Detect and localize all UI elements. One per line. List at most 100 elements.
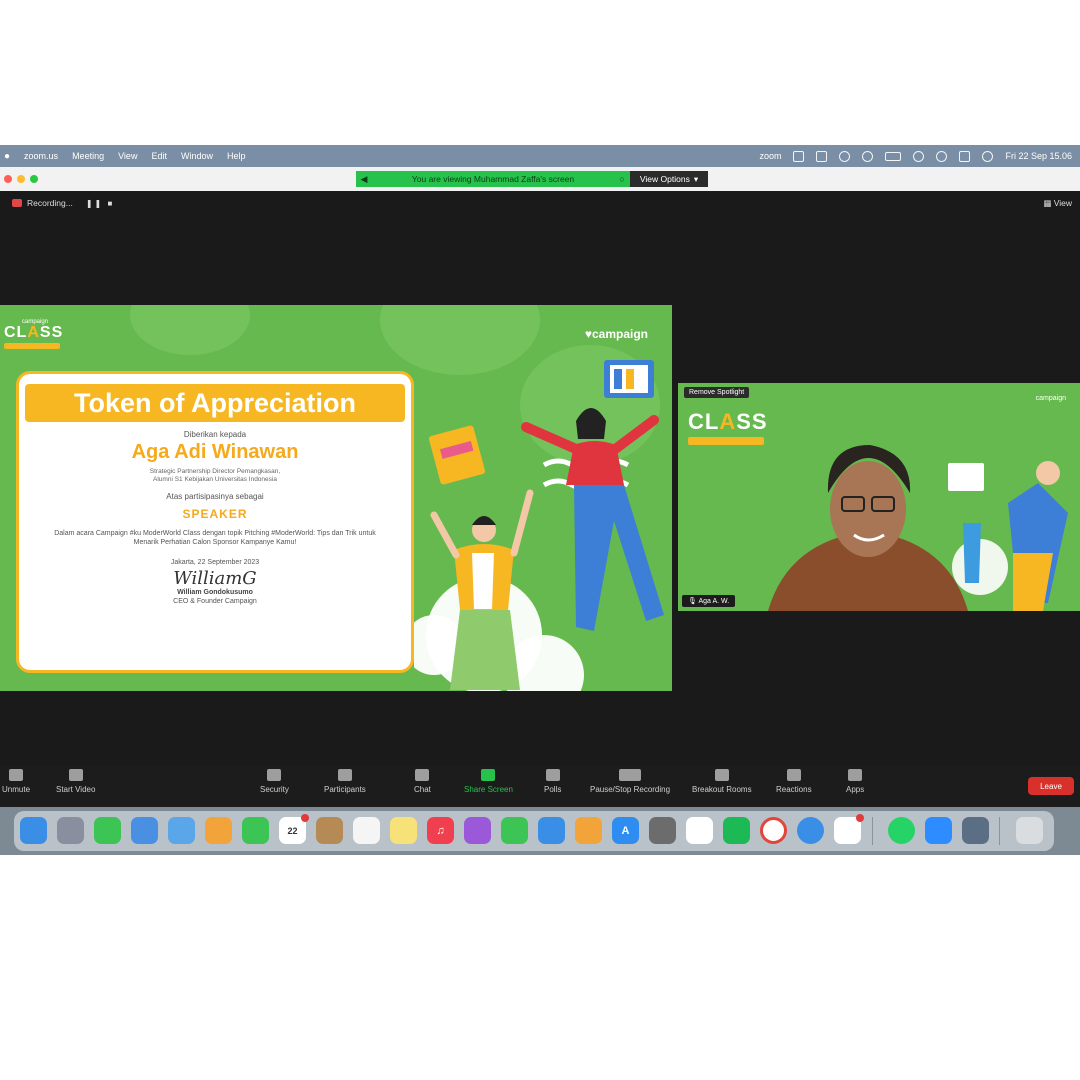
certificate-signer-title: CEO & Founder Campaign <box>173 598 257 605</box>
apps-button[interactable]: Apps <box>846 769 864 794</box>
slack-icon[interactable] <box>834 814 864 844</box>
record-button[interactable]: Pause/Stop Recording <box>590 769 670 794</box>
security-label: Security <box>260 785 289 794</box>
podcasts-icon[interactable] <box>464 817 491 844</box>
app-status-icon[interactable] <box>793 150 805 162</box>
keynote-icon[interactable] <box>538 817 565 844</box>
siri-icon[interactable] <box>982 150 994 162</box>
certificate-signer: William Gondokusumo <box>177 589 253 596</box>
facetime-icon[interactable] <box>242 817 269 844</box>
reactions-icon <box>786 769 801 781</box>
zoom-title-bar: ◀ You are viewing Muhammad Zaffa's scree… <box>0 167 1080 192</box>
participant-name: Aga A. W. <box>698 598 730 605</box>
lock-icon[interactable] <box>816 150 828 162</box>
participants-button[interactable]: Participants <box>324 769 366 794</box>
notes-icon[interactable] <box>390 817 417 844</box>
search-icon[interactable] <box>936 150 948 162</box>
pause-stop-icon <box>619 769 642 781</box>
zoom-toolbar: Unmute Start Video Security Participants… <box>0 765 1080 807</box>
zoom-status-item[interactable]: zoom <box>759 151 781 161</box>
certificate-title: Token of Appreciation <box>25 384 405 422</box>
leave-label: Leave <box>1040 781 1062 791</box>
menu-edit[interactable]: Edit <box>151 151 167 161</box>
apps-label: Apps <box>846 785 865 794</box>
mac-dock: 22 ♫ A <box>14 811 1054 851</box>
numbers-icon[interactable] <box>501 817 528 844</box>
trash-icon[interactable] <box>1016 817 1043 844</box>
pages-icon[interactable] <box>575 817 602 844</box>
cloud-icon[interactable] <box>839 150 851 162</box>
certificate-card: Token of Appreciation Diberikan kepada A… <box>16 371 414 673</box>
launchpad-icon[interactable] <box>57 817 84 844</box>
menu-clock[interactable]: Fri 22 Sep 15.06 <box>1005 151 1072 161</box>
campaign-brand-text: campaign <box>591 327 648 341</box>
certificate-participation: Atas partisipasinya sebagai <box>166 492 264 501</box>
calendar-icon[interactable]: 22 <box>279 814 309 844</box>
participant-name-tag: 🎙 Aga A. W. <box>682 595 736 607</box>
recording-label: Recording... <box>27 198 73 208</box>
app-store-icon[interactable]: A <box>612 817 639 844</box>
mac-menu-bar: ● zoom.us Meeting View Edit Window Help … <box>0 145 1080 167</box>
monday-icon[interactable] <box>686 817 713 844</box>
chrome-icon[interactable] <box>760 817 787 844</box>
mail-icon[interactable] <box>131 817 158 844</box>
start-video-label: Start Video <box>56 785 96 794</box>
certificate-role-line1: Strategic Partnership Director Pemangkas… <box>149 468 281 475</box>
share-screen-button[interactable]: Share Screen <box>464 769 513 794</box>
safari-icon[interactable] <box>797 817 824 844</box>
leave-button[interactable]: Leave <box>1028 777 1074 795</box>
music-icon[interactable]: ♫ <box>427 817 454 844</box>
spotlight-tag[interactable]: Remove Spotlight <box>684 387 750 398</box>
menu-window[interactable]: Window <box>181 151 213 161</box>
control-center-icon[interactable] <box>959 150 971 162</box>
share-banner-text: You are viewing Muhammad Zaffa's screen <box>411 174 575 184</box>
zoom-icon[interactable] <box>925 817 952 844</box>
apps-icon <box>848 769 863 781</box>
wifi-icon[interactable] <box>913 150 925 162</box>
participant-video-tile[interactable]: Remove Spotlight campaign CLASS 🎙 Aga A.… <box>678 383 1080 611</box>
reminders-icon[interactable] <box>353 817 380 844</box>
reactions-button[interactable]: Reactions <box>776 769 812 794</box>
messages-icon[interactable] <box>94 817 121 844</box>
shield-icon <box>267 769 282 781</box>
photos-icon[interactable] <box>205 817 232 844</box>
menu-view[interactable]: View <box>118 151 137 161</box>
calendar-day: 22 <box>287 825 298 836</box>
fullscreen-window-button[interactable] <box>30 175 38 183</box>
sync-icon[interactable] <box>862 150 874 162</box>
unmute-button[interactable]: Unmute <box>2 769 30 794</box>
window-controls <box>4 175 38 183</box>
contacts-icon[interactable] <box>316 817 343 844</box>
dock-separator <box>872 817 873 845</box>
certificate-speaker-label: SPEAKER <box>182 507 248 521</box>
chevron-down-icon: ▾ <box>693 173 699 184</box>
slack-badge <box>856 814 864 822</box>
share-screen-icon <box>481 769 496 781</box>
polls-icon <box>545 769 560 781</box>
battery-icon[interactable] <box>885 151 902 161</box>
polls-label: Polls <box>544 785 562 794</box>
spotify-icon[interactable] <box>723 817 750 844</box>
security-button[interactable]: Security <box>260 769 289 794</box>
start-video-button[interactable]: Start Video <box>56 769 95 794</box>
polls-button[interactable]: Polls <box>544 769 561 794</box>
minimize-window-button[interactable] <box>17 175 25 183</box>
menu-zoom-us[interactable]: zoom.us <box>24 151 58 161</box>
apple-icon[interactable]: ● <box>4 151 10 162</box>
preview-icon[interactable] <box>962 817 989 844</box>
menu-meeting[interactable]: Meeting <box>72 151 104 161</box>
whatsapp-icon[interactable] <box>888 817 915 844</box>
unmute-label: Unmute <box>2 785 31 794</box>
view-options-button[interactable]: View Options ▾ <box>630 171 708 187</box>
maps-icon[interactable] <box>168 817 195 844</box>
pause-stop-recording-controls[interactable]: ❚❚ ■ <box>86 199 114 208</box>
menu-help[interactable]: Help <box>227 151 246 161</box>
finder-icon[interactable] <box>20 817 47 844</box>
chat-button[interactable]: Chat <box>414 769 431 794</box>
info-icon[interactable]: ○ <box>614 174 630 184</box>
breakout-rooms-button[interactable]: Breakout Rooms <box>692 769 752 794</box>
system-settings-icon[interactable] <box>649 817 676 844</box>
reactions-label: Reactions <box>776 785 812 794</box>
view-button[interactable]: ▦ View <box>1043 198 1072 209</box>
close-window-button[interactable] <box>4 175 12 183</box>
